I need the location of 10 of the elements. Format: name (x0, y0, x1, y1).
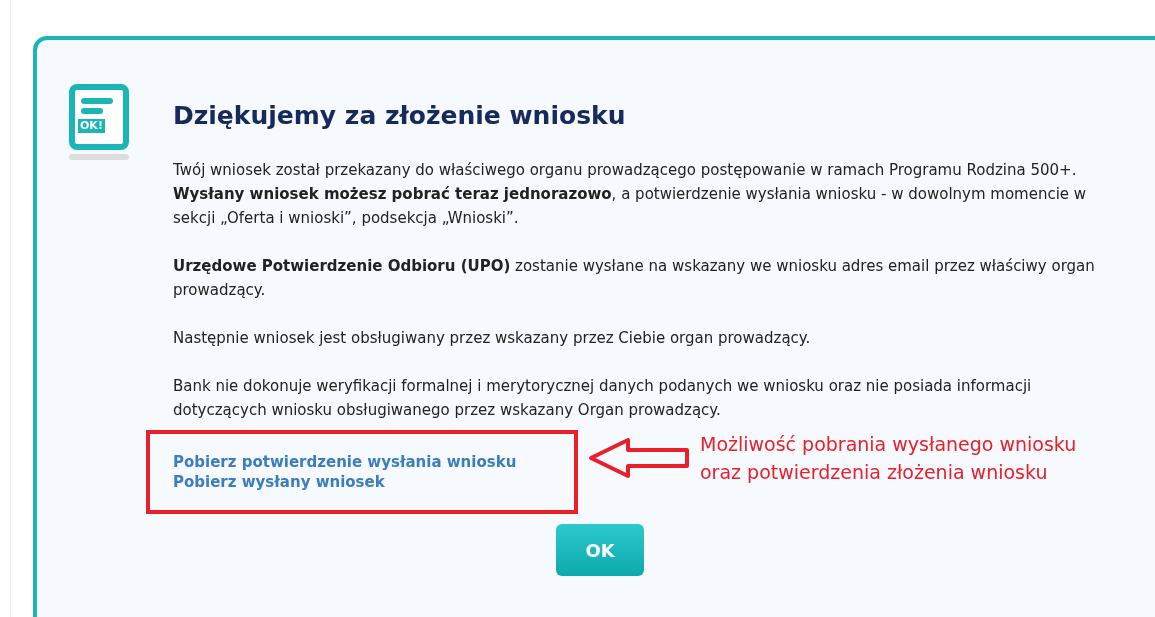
message-paragraph: Bank nie dokonuje weryfikacji formalnej i merytorycznej danych podanych we wniosku oraz nie posiada informacji dotyczących wniosku obsługiwanego przez wskazany Organ prowadzący. (173, 376, 1033, 421)
arrow-icon (588, 437, 690, 479)
annotation-text: Możliwość pobrania wysłanego wniosku oraz potwierdzenia złożenia wniosku (700, 432, 1077, 485)
download-link[interactable]: Pobierz potwierdzenie wysłania wniosku (173, 452, 517, 472)
message-paragraph: Następnie wniosek jest obsługiwany przez wskazany przez Ciebie organ prowadzący. (173, 328, 812, 349)
download-link[interactable]: Pobierz wysłany wniosek (173, 472, 385, 492)
dialog-title: Dziękujemy za złożenie wniosku (173, 100, 627, 132)
message-paragraph: Urzędowe Potwierdzenie Odbioru (UPO) zostanie wysłane na wskazany we wniosku adres email przez właściwy organ prowadzący. (173, 256, 1096, 301)
message-paragraph: Twój wniosek został przekazany do właściwego organu prowadzącego postępowanie w ramach Programu Rodzina 500+. Wysłany wniosek możesz pobrać teraz jednorazowo, a potwierdzenie wysłania wniosku - w dowolnym momencie w sekcji „Oferta i wnioski”, podsekcja „Wnioski”. (173, 160, 1088, 229)
ok-button[interactable]: OK (556, 524, 644, 576)
